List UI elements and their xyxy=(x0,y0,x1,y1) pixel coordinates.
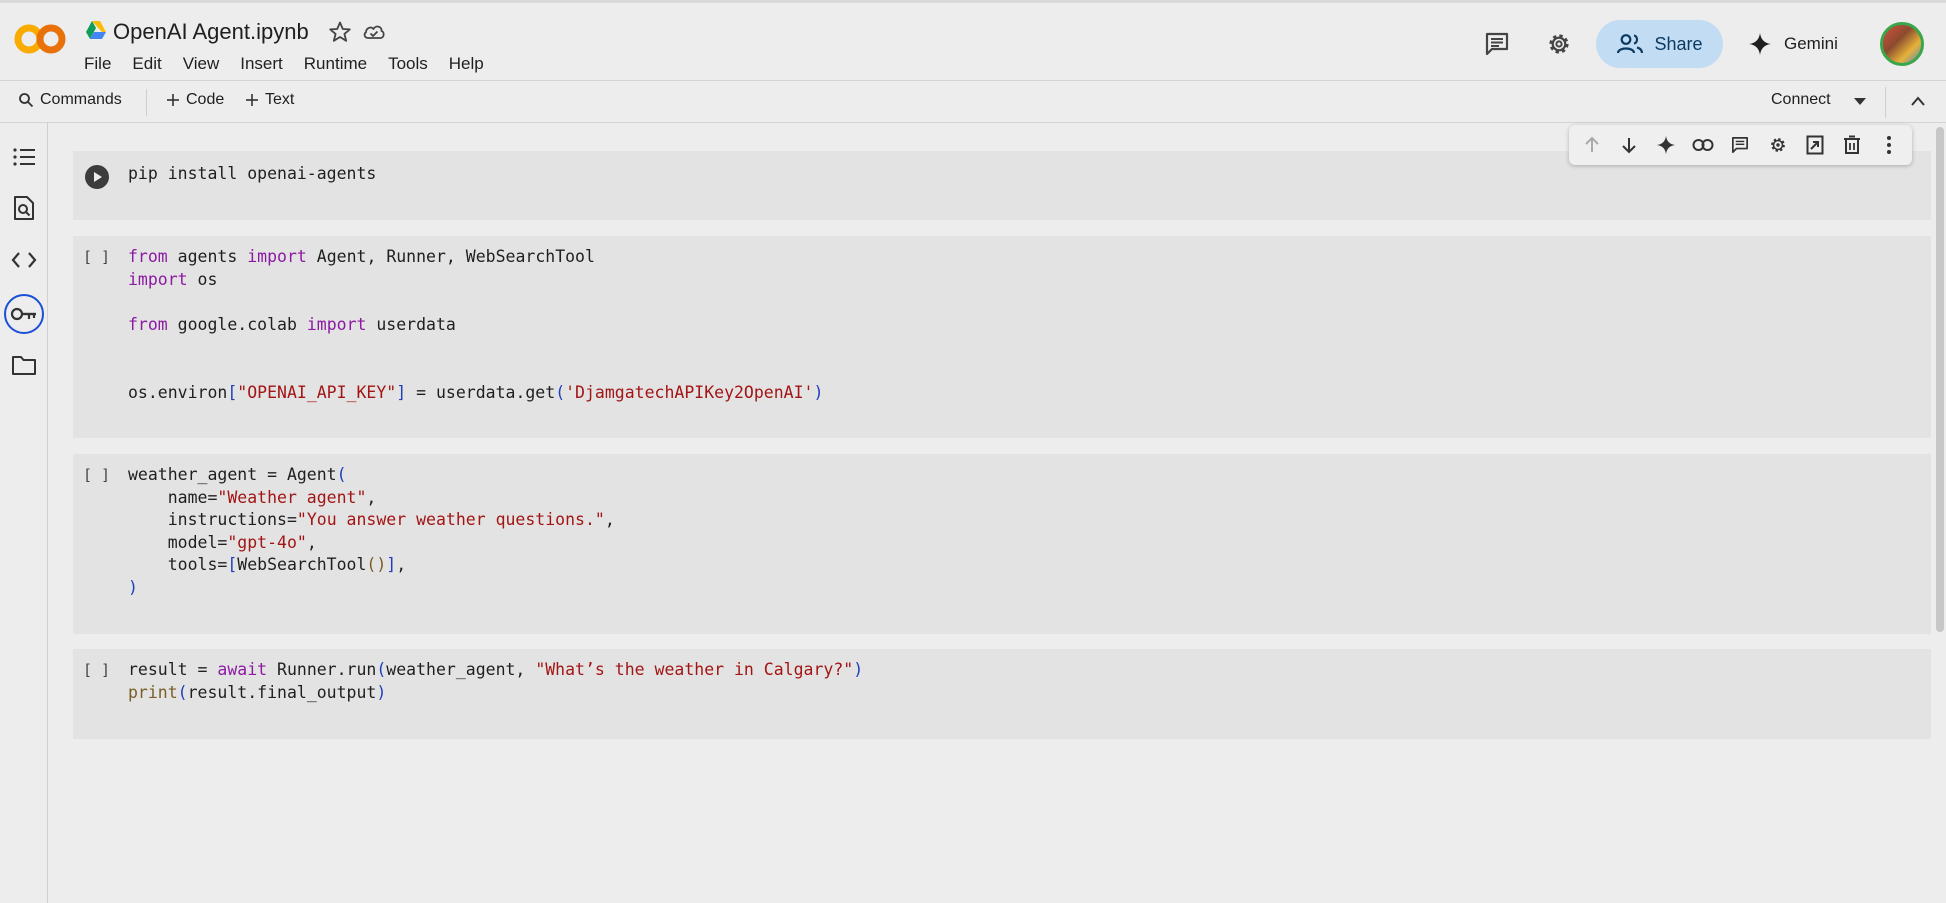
toolbar-divider xyxy=(146,89,147,116)
code-snippets-icon[interactable] xyxy=(10,246,38,274)
menu-help[interactable]: Help xyxy=(449,54,484,74)
add-code-button[interactable]: Code xyxy=(166,91,224,109)
cell-code[interactable]: weather_agent = Agent( name="Weather age… xyxy=(128,464,615,600)
menu-insert[interactable]: Insert xyxy=(240,54,283,74)
share-label: Share xyxy=(1654,33,1703,54)
gear-icon[interactable] xyxy=(1545,30,1573,58)
cell-code[interactable]: result = await Runner.run(weather_agent,… xyxy=(128,659,863,704)
cell-settings-gear-icon[interactable] xyxy=(1764,131,1792,159)
play-icon xyxy=(94,172,102,182)
menu-runtime[interactable]: Runtime xyxy=(304,54,367,74)
cell-code[interactable]: pip install openai-agents xyxy=(128,163,376,186)
cell-code[interactable]: from agents import Agent, Runner, WebSea… xyxy=(128,246,823,404)
people-icon xyxy=(1617,34,1644,54)
colab-logo[interactable] xyxy=(14,23,66,55)
execution-count[interactable]: [ ] xyxy=(83,661,110,679)
gemini-sparkle-icon xyxy=(1749,33,1771,55)
menu-tools[interactable]: Tools xyxy=(388,54,428,74)
code-cell[interactable]: [ ] from agents import Agent, Runner, We… xyxy=(73,236,1931,438)
plus-icon xyxy=(246,94,258,106)
code-cell[interactable]: [ ] weather_agent = Agent( name="Weather… xyxy=(73,454,1931,634)
plus-icon xyxy=(167,94,179,106)
connect-dropdown-icon[interactable] xyxy=(1853,97,1867,107)
toolbar-divider xyxy=(1885,87,1886,118)
secrets-key-icon[interactable] xyxy=(4,294,44,334)
more-options-icon[interactable] xyxy=(1875,131,1903,159)
vertical-scrollbar[interactable] xyxy=(1933,123,1946,903)
move-cell-down-icon[interactable] xyxy=(1615,131,1643,159)
folder-icon[interactable] xyxy=(10,351,38,379)
execution-count[interactable]: [ ] xyxy=(83,248,110,266)
gemini-label: Gemini xyxy=(1784,34,1838,53)
code-cell[interactable]: [ ] result = await Runner.run(weather_ag… xyxy=(73,649,1931,739)
menu-view[interactable]: View xyxy=(183,54,220,74)
user-avatar[interactable] xyxy=(1880,22,1924,66)
connect-label: Connect xyxy=(1771,91,1831,108)
run-cell-button[interactable] xyxy=(85,165,109,189)
move-cell-up-icon[interactable] xyxy=(1578,131,1606,159)
commands-button[interactable]: Commands xyxy=(18,91,122,109)
mirror-cell-icon[interactable] xyxy=(1801,131,1829,159)
connect-button[interactable]: Connect xyxy=(1771,91,1831,109)
cell-toolbar xyxy=(1569,125,1912,165)
comment-icon[interactable] xyxy=(1726,131,1754,159)
share-button[interactable]: Share xyxy=(1596,20,1723,68)
cloud-saved-icon[interactable] xyxy=(362,21,386,43)
gemini-button[interactable]: Gemini xyxy=(1748,29,1838,59)
add-text-button[interactable]: Text xyxy=(245,91,294,109)
notebook-toolbar: Commands Code Text Connect xyxy=(0,80,1946,123)
scrollbar-thumb[interactable] xyxy=(1936,127,1944,632)
search-icon xyxy=(19,93,34,108)
menu-edit[interactable]: Edit xyxy=(132,54,161,74)
link-icon[interactable] xyxy=(1689,131,1717,159)
table-of-contents-icon[interactable] xyxy=(10,143,38,171)
add-text-label: Text xyxy=(265,91,295,108)
code-line: pip install openai-agents xyxy=(128,164,377,183)
menu-file[interactable]: File xyxy=(84,54,111,74)
comment-icon[interactable] xyxy=(1483,30,1511,58)
find-in-notebook-icon[interactable] xyxy=(10,194,38,222)
add-code-label: Code xyxy=(186,91,225,108)
notebook-title[interactable]: OpenAI Agent.ipynb xyxy=(113,19,309,45)
google-drive-icon xyxy=(86,21,106,39)
menu-bar: File Edit View Insert Runtime Tools Help xyxy=(84,54,505,74)
execution-count[interactable]: [ ] xyxy=(83,466,110,484)
gemini-sparkle-icon[interactable] xyxy=(1652,131,1680,159)
collapse-chevron-up-icon[interactable] xyxy=(1910,95,1926,107)
app-header: OpenAI Agent.ipynb File Edit View Insert… xyxy=(0,0,1946,80)
left-sidebar xyxy=(0,123,48,903)
star-icon[interactable] xyxy=(328,20,352,44)
commands-label: Commands xyxy=(40,91,122,108)
delete-trash-icon[interactable] xyxy=(1838,131,1866,159)
